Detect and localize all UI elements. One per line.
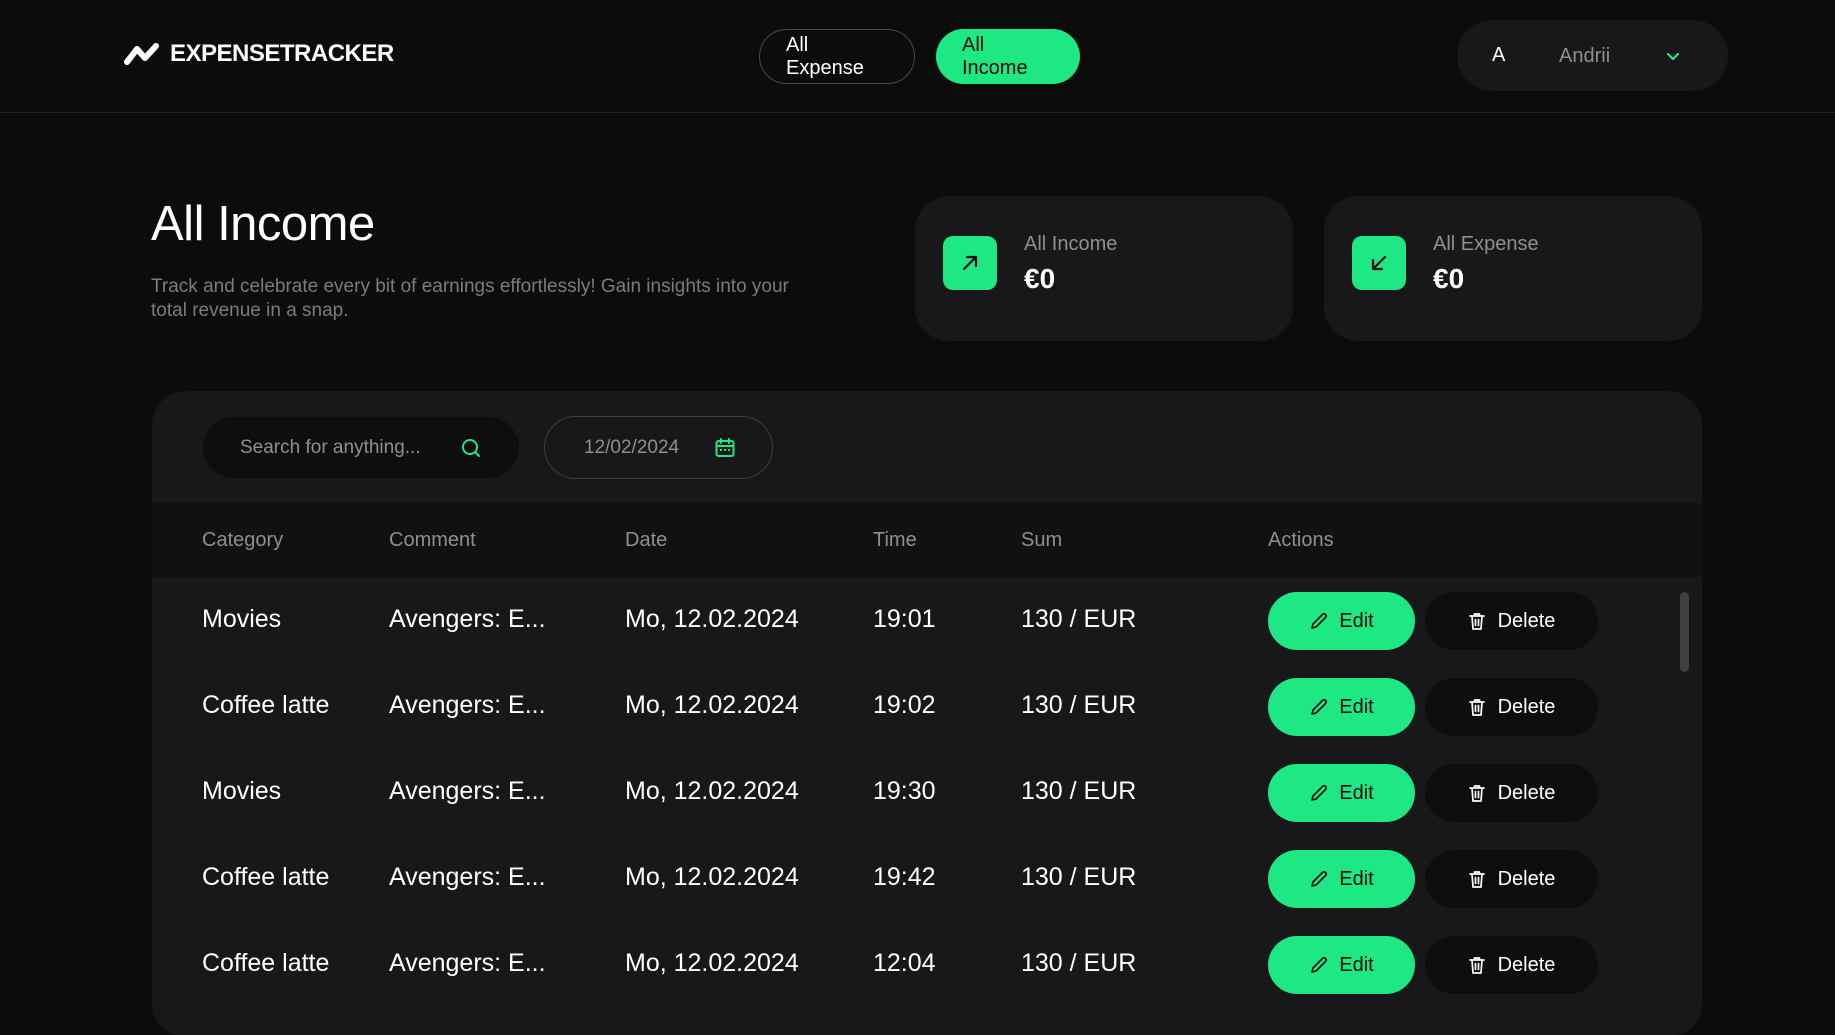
brand-name: EXPENSETRACKER	[170, 40, 394, 67]
cell-category: Movies	[202, 777, 282, 805]
delete-label: Delete	[1497, 609, 1556, 632]
table-row: Movies Avengers: E... Mo, 12.02.2024 19:…	[152, 577, 1702, 663]
income-summary-card: All Income €0	[915, 196, 1293, 341]
cell-date: Mo, 12.02.2024	[625, 777, 799, 805]
page-title: All Income	[151, 197, 375, 251]
cell-date: Mo, 12.02.2024	[625, 863, 799, 891]
cell-comment: Avengers: E...	[389, 863, 546, 891]
income-label: All Income	[1024, 233, 1118, 255]
table-row: Movies Avengers: E... Mo, 12.02.2024 19:…	[152, 749, 1702, 835]
table-header: Category Comment Date Time Sum Actions	[152, 503, 1702, 577]
expense-label: All Expense	[1433, 233, 1539, 255]
cell-date: Mo, 12.02.2024	[625, 605, 799, 633]
cell-date: Mo, 12.02.2024	[625, 949, 799, 977]
header-time[interactable]: Time	[873, 529, 917, 552]
edit-label: Edit	[1339, 695, 1374, 718]
arrow-down-left-icon	[1352, 236, 1406, 290]
trash-icon	[1468, 611, 1486, 631]
cell-comment: Avengers: E...	[389, 949, 546, 977]
page-subtitle: Track and celebrate every bit of earning…	[151, 276, 789, 321]
nav-all-income-button[interactable]: All Income	[936, 29, 1080, 84]
delete-button[interactable]: Delete	[1425, 936, 1598, 994]
date-filter[interactable]: 12/02/2024	[544, 416, 773, 479]
brand-logo[interactable]: EXPENSETRACKER	[124, 40, 394, 68]
pencil-icon	[1309, 955, 1329, 975]
cell-sum: 130 / EUR	[1021, 863, 1137, 891]
cell-comment: Avengers: E...	[389, 605, 546, 633]
search-input[interactable]	[240, 417, 460, 478]
cell-category: Coffee latte	[202, 949, 330, 977]
cell-category: Coffee latte	[202, 691, 330, 719]
cell-time: 19:02	[873, 691, 936, 719]
delete-label: Delete	[1497, 867, 1556, 890]
cell-time: 19:30	[873, 777, 936, 805]
delete-button[interactable]: Delete	[1425, 678, 1598, 736]
nav-all-expense-button[interactable]: All Expense	[759, 29, 915, 84]
cell-category: Movies	[202, 605, 282, 633]
edit-label: Edit	[1339, 953, 1374, 976]
edit-button[interactable]: Edit	[1268, 936, 1415, 994]
income-value: €0	[1024, 263, 1056, 294]
header-category[interactable]: Category	[202, 529, 283, 552]
cell-date: Mo, 12.02.2024	[625, 691, 799, 719]
cell-sum: 130 / EUR	[1021, 949, 1137, 977]
user-menu[interactable]: A Andrii	[1457, 20, 1728, 91]
delete-button[interactable]: Delete	[1425, 764, 1598, 822]
arrow-up-right-icon	[943, 236, 997, 290]
trash-icon	[1468, 869, 1486, 889]
top-bar: EXPENSETRACKER All Expense All Income A …	[0, 0, 1835, 113]
delete-label: Delete	[1497, 695, 1556, 718]
header-sum[interactable]: Sum	[1021, 529, 1062, 552]
trash-icon	[1468, 955, 1486, 975]
cell-sum: 130 / EUR	[1021, 605, 1137, 633]
delete-label: Delete	[1497, 781, 1556, 804]
header-date[interactable]: Date	[625, 529, 667, 552]
table-row: Coffee latte Avengers: E... Mo, 12.02.20…	[152, 663, 1702, 749]
search-icon[interactable]	[459, 436, 483, 460]
table-scrollbar[interactable]	[1680, 592, 1689, 672]
search-box[interactable]	[203, 417, 519, 478]
income-table-panel: 12/02/2024 Category Comment Date Time Su…	[152, 391, 1702, 1035]
avatar: A	[1492, 44, 1506, 66]
table-row: Coffee latte Avengers: E... Mo, 12.02.20…	[152, 921, 1702, 1007]
edit-label: Edit	[1339, 781, 1374, 804]
pencil-icon	[1309, 783, 1329, 803]
trash-icon	[1468, 697, 1486, 717]
cell-time: 19:42	[873, 863, 936, 891]
calendar-icon[interactable]	[713, 436, 737, 460]
cell-category: Coffee latte	[202, 863, 330, 891]
cell-time: 19:01	[873, 605, 936, 633]
date-filter-value: 12/02/2024	[584, 437, 680, 458]
expense-summary-card: All Expense €0	[1324, 196, 1702, 341]
user-name: Andrii	[1559, 45, 1611, 67]
delete-button[interactable]: Delete	[1425, 850, 1598, 908]
expense-value: €0	[1433, 263, 1465, 294]
chevron-down-icon[interactable]	[1664, 47, 1682, 65]
cell-sum: 130 / EUR	[1021, 691, 1137, 719]
cell-sum: 130 / EUR	[1021, 777, 1137, 805]
edit-label: Edit	[1339, 867, 1374, 890]
zigzag-logo-icon	[124, 43, 160, 65]
pencil-icon	[1309, 697, 1329, 717]
cell-comment: Avengers: E...	[389, 691, 546, 719]
pencil-icon	[1309, 869, 1329, 889]
edit-button[interactable]: Edit	[1268, 592, 1415, 650]
cell-comment: Avengers: E...	[389, 777, 546, 805]
header-comment[interactable]: Comment	[389, 529, 476, 552]
main-nav: All Expense All Income	[759, 29, 1080, 84]
edit-button[interactable]: Edit	[1268, 764, 1415, 822]
edit-button[interactable]: Edit	[1268, 678, 1415, 736]
table-row: Coffee latte Avengers: E... Mo, 12.02.20…	[152, 835, 1702, 921]
trash-icon	[1468, 783, 1486, 803]
edit-button[interactable]: Edit	[1268, 850, 1415, 908]
pencil-icon	[1309, 611, 1329, 631]
edit-label: Edit	[1339, 609, 1374, 632]
cell-time: 12:04	[873, 949, 936, 977]
header-actions: Actions	[1268, 529, 1334, 551]
delete-label: Delete	[1497, 953, 1556, 976]
delete-button[interactable]: Delete	[1425, 592, 1598, 650]
